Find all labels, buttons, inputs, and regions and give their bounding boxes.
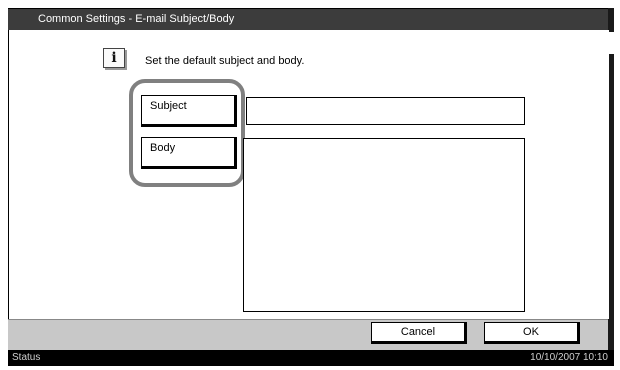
title-bar: Common Settings - E-mail Subject/Body [8,8,608,31]
subject-field[interactable] [246,97,525,125]
status-button[interactable]: Status [12,352,40,363]
status-bar: Status 10/10/2007 10:10 [8,350,614,366]
action-bar: Cancel OK [8,319,608,350]
subject-button[interactable]: Subject [141,95,237,127]
info-message: Set the default subject and body. [145,55,305,67]
screen-frame: Common Settings - E-mail Subject/Body i … [0,0,620,370]
info-icon: i [103,48,125,68]
ok-button[interactable]: OK [484,322,580,344]
body-field[interactable] [243,138,525,312]
date-time: 10/10/2007 10:10 [530,352,608,363]
body-button[interactable]: Body [141,137,237,169]
screen-title: Common Settings - E-mail Subject/Body [38,13,235,25]
cancel-button[interactable]: Cancel [371,322,467,344]
